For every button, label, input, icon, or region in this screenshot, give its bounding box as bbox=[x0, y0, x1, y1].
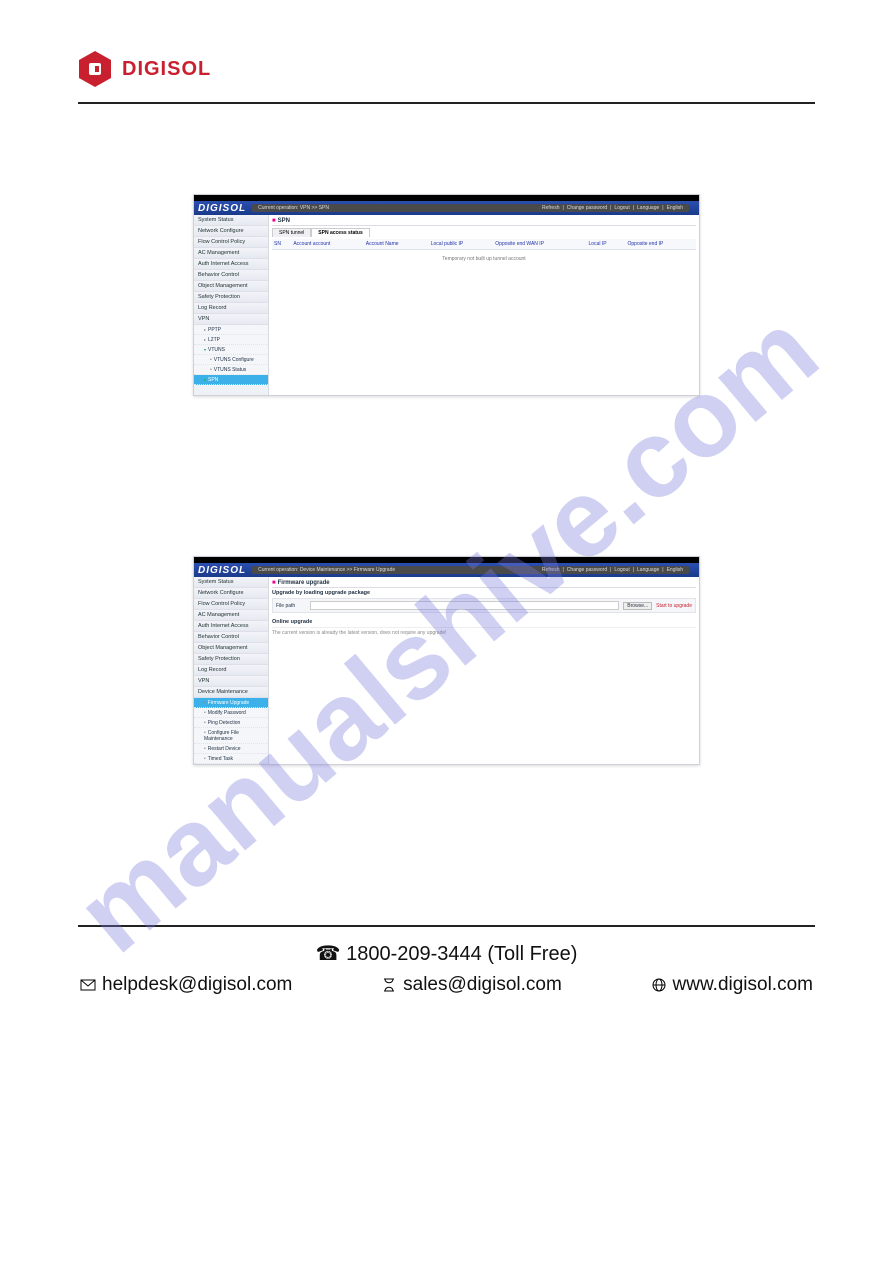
th-sn: SN bbox=[272, 239, 291, 250]
file-path-label: File path bbox=[276, 603, 306, 609]
sidebar-item-device-maintenance[interactable]: Device Maintenance bbox=[194, 687, 268, 698]
footer-sales: sales@digisol.com bbox=[381, 974, 562, 996]
footer-divider bbox=[78, 925, 815, 927]
brand-name: DIGISOL bbox=[122, 58, 211, 81]
sidebar-item-behavior-control[interactable]: Behavior Control bbox=[194, 632, 268, 643]
breadcrumb-bar: Current operation: Device Maintenance >>… bbox=[252, 566, 689, 574]
link-refresh[interactable]: Refresh bbox=[542, 566, 560, 574]
th-opp-wan-ip: Opposite end WAN IP bbox=[493, 239, 586, 250]
sidebar-item-system-status[interactable]: System Status bbox=[194, 577, 268, 588]
sidebar-sub-spn[interactable]: ▸SPN bbox=[194, 375, 268, 385]
sidebar-item-auth-internet[interactable]: Auth Internet Access bbox=[194, 621, 268, 632]
app-brand: DIGISOL bbox=[198, 565, 246, 576]
mail-icon bbox=[80, 977, 96, 993]
sidebar-item-safety-protection[interactable]: Safety Protection bbox=[194, 292, 268, 303]
link-english[interactable]: English bbox=[667, 566, 683, 574]
link-language[interactable]: Language bbox=[637, 204, 659, 212]
screenshot-firmware-upgrade: DIGISOL Current operation: Device Mainte… bbox=[193, 556, 700, 765]
th-local-ip: Local IP bbox=[586, 239, 625, 250]
breadcrumb: Current operation: VPN >> SPN bbox=[258, 204, 329, 212]
link-refresh[interactable]: Refresh bbox=[542, 204, 560, 212]
sidebar-sub-vtuns-configure[interactable]: •VTUNS Configure bbox=[194, 355, 268, 365]
phone-number: 1800-209-3444 (Toll Free) bbox=[346, 943, 577, 965]
tab-spn-access-status[interactable]: SPN access status bbox=[311, 228, 369, 237]
table-empty-msg: Temporary not built up tunnel account bbox=[272, 250, 696, 269]
breadcrumb-bar: Current operation: VPN >> SPN Refresh| C… bbox=[252, 204, 689, 212]
sidebar-sub-configure-file-maintenance[interactable]: •Configure File Maintenance bbox=[194, 728, 268, 744]
sidebar-item-vpn[interactable]: VPN bbox=[194, 676, 268, 687]
logo-hexagon-icon bbox=[78, 50, 112, 88]
main-panel: ■Firmware upgrade Upgrade by loading upg… bbox=[269, 577, 699, 764]
link-language[interactable]: Language bbox=[637, 566, 659, 574]
globe-icon bbox=[651, 977, 667, 993]
sidebar: System Status Network Configure Flow Con… bbox=[194, 215, 269, 395]
sidebar-sub-vtuns[interactable]: ▾VTUNS bbox=[194, 345, 268, 355]
sidebar-item-network-configure[interactable]: Network Configure bbox=[194, 588, 268, 599]
sidebar-item-safety-protection[interactable]: Safety Protection bbox=[194, 654, 268, 665]
start-upgrade-link[interactable]: Start to upgrade bbox=[656, 603, 692, 609]
section-upload-title: Upgrade by loading upgrade package bbox=[272, 590, 696, 596]
sidebar-item-flow-control[interactable]: Flow Control Policy bbox=[194, 599, 268, 610]
header-links: Refresh| Change password| Logout| Langua… bbox=[542, 566, 683, 574]
section-online-title: Online upgrade bbox=[272, 619, 696, 625]
sidebar-sub-timed-task[interactable]: •Timed Task bbox=[194, 754, 268, 764]
header-divider bbox=[78, 102, 815, 104]
phone-icon: ☎ bbox=[316, 943, 341, 965]
main-panel: ■SPN SPN tunnel SPN access status SN Acc… bbox=[269, 215, 699, 395]
header-links: Refresh| Change password| Logout| Langua… bbox=[542, 204, 683, 212]
upload-row: File path Browse... Start to upgrade bbox=[272, 598, 696, 613]
link-logout[interactable]: Logout bbox=[614, 566, 629, 574]
sidebar-item-network-configure[interactable]: Network Configure bbox=[194, 226, 268, 237]
footer-phone: ☎ 1800-209-3444 (Toll Free) bbox=[78, 941, 815, 966]
footer-web: www.digisol.com bbox=[651, 974, 813, 996]
footer-helpdesk: helpdesk@digisol.com bbox=[80, 974, 292, 996]
browse-button[interactable]: Browse... bbox=[623, 602, 652, 610]
sidebar-item-ac-management[interactable]: AC Management bbox=[194, 248, 268, 259]
breadcrumb: Current operation: Device Maintenance >>… bbox=[258, 566, 395, 574]
link-english[interactable]: English bbox=[667, 204, 683, 212]
sidebar: System Status Network Configure Flow Con… bbox=[194, 577, 269, 764]
sidebar-item-ac-management[interactable]: AC Management bbox=[194, 610, 268, 621]
hourglass-icon bbox=[381, 977, 397, 993]
tabs: SPN tunnel SPN access status bbox=[272, 228, 696, 237]
link-change-password[interactable]: Change password bbox=[567, 204, 607, 212]
app-header: DIGISOL Current operation: Device Mainte… bbox=[194, 563, 699, 577]
sidebar-sub-pptp[interactable]: ▸PPTP bbox=[194, 325, 268, 335]
spn-table: SN Account account Account Name Local pu… bbox=[272, 239, 696, 268]
th-account-account: Account account bbox=[291, 239, 363, 250]
sidebar-item-auth-internet[interactable]: Auth Internet Access bbox=[194, 259, 268, 270]
panel-title: ■SPN bbox=[272, 218, 696, 226]
sidebar-sub-l2tp[interactable]: ▸L2TP bbox=[194, 335, 268, 345]
file-path-input[interactable] bbox=[310, 601, 619, 610]
app-header: DIGISOL Current operation: VPN >> SPN Re… bbox=[194, 201, 699, 215]
sidebar-item-flow-control[interactable]: Flow Control Policy bbox=[194, 237, 268, 248]
sidebar-item-object-management[interactable]: Object Management bbox=[194, 281, 268, 292]
sidebar-item-behavior-control[interactable]: Behavior Control bbox=[194, 270, 268, 281]
sidebar-item-system-status[interactable]: System Status bbox=[194, 215, 268, 226]
sidebar-sub-vtuns-status[interactable]: •VTUNS Status bbox=[194, 365, 268, 375]
sidebar-item-vpn[interactable]: VPN bbox=[194, 314, 268, 325]
sidebar-item-object-management[interactable]: Object Management bbox=[194, 643, 268, 654]
sidebar-sub-ping-detection[interactable]: •Ping Detection bbox=[194, 718, 268, 728]
tab-spn-tunnel[interactable]: SPN tunnel bbox=[272, 228, 311, 237]
th-account-name: Account Name bbox=[364, 239, 429, 250]
sidebar-sub-restart-device[interactable]: •Restart Device bbox=[194, 744, 268, 754]
app-brand: DIGISOL bbox=[198, 203, 246, 214]
sidebar-sub-modify-password[interactable]: •Modify Password bbox=[194, 708, 268, 718]
th-local-public-ip: Local public IP bbox=[429, 239, 494, 250]
screenshot-vpn-spn: DIGISOL Current operation: VPN >> SPN Re… bbox=[193, 194, 700, 396]
brand-logo: DIGISOL bbox=[78, 50, 815, 88]
online-upgrade-note: The current version is already the lates… bbox=[272, 627, 696, 636]
link-logout[interactable]: Logout bbox=[614, 204, 629, 212]
sidebar-item-log-record[interactable]: Log Record bbox=[194, 665, 268, 676]
footer: ☎ 1800-209-3444 (Toll Free) helpdesk@dig… bbox=[78, 941, 815, 996]
th-opp-end-ip: Opposite end IP bbox=[626, 239, 697, 250]
sidebar-item-log-record[interactable]: Log Record bbox=[194, 303, 268, 314]
panel-title: ■Firmware upgrade bbox=[272, 580, 696, 588]
sidebar-sub-firmware-upgrade[interactable]: •Firmware Upgrade bbox=[194, 698, 268, 708]
link-change-password[interactable]: Change password bbox=[567, 566, 607, 574]
